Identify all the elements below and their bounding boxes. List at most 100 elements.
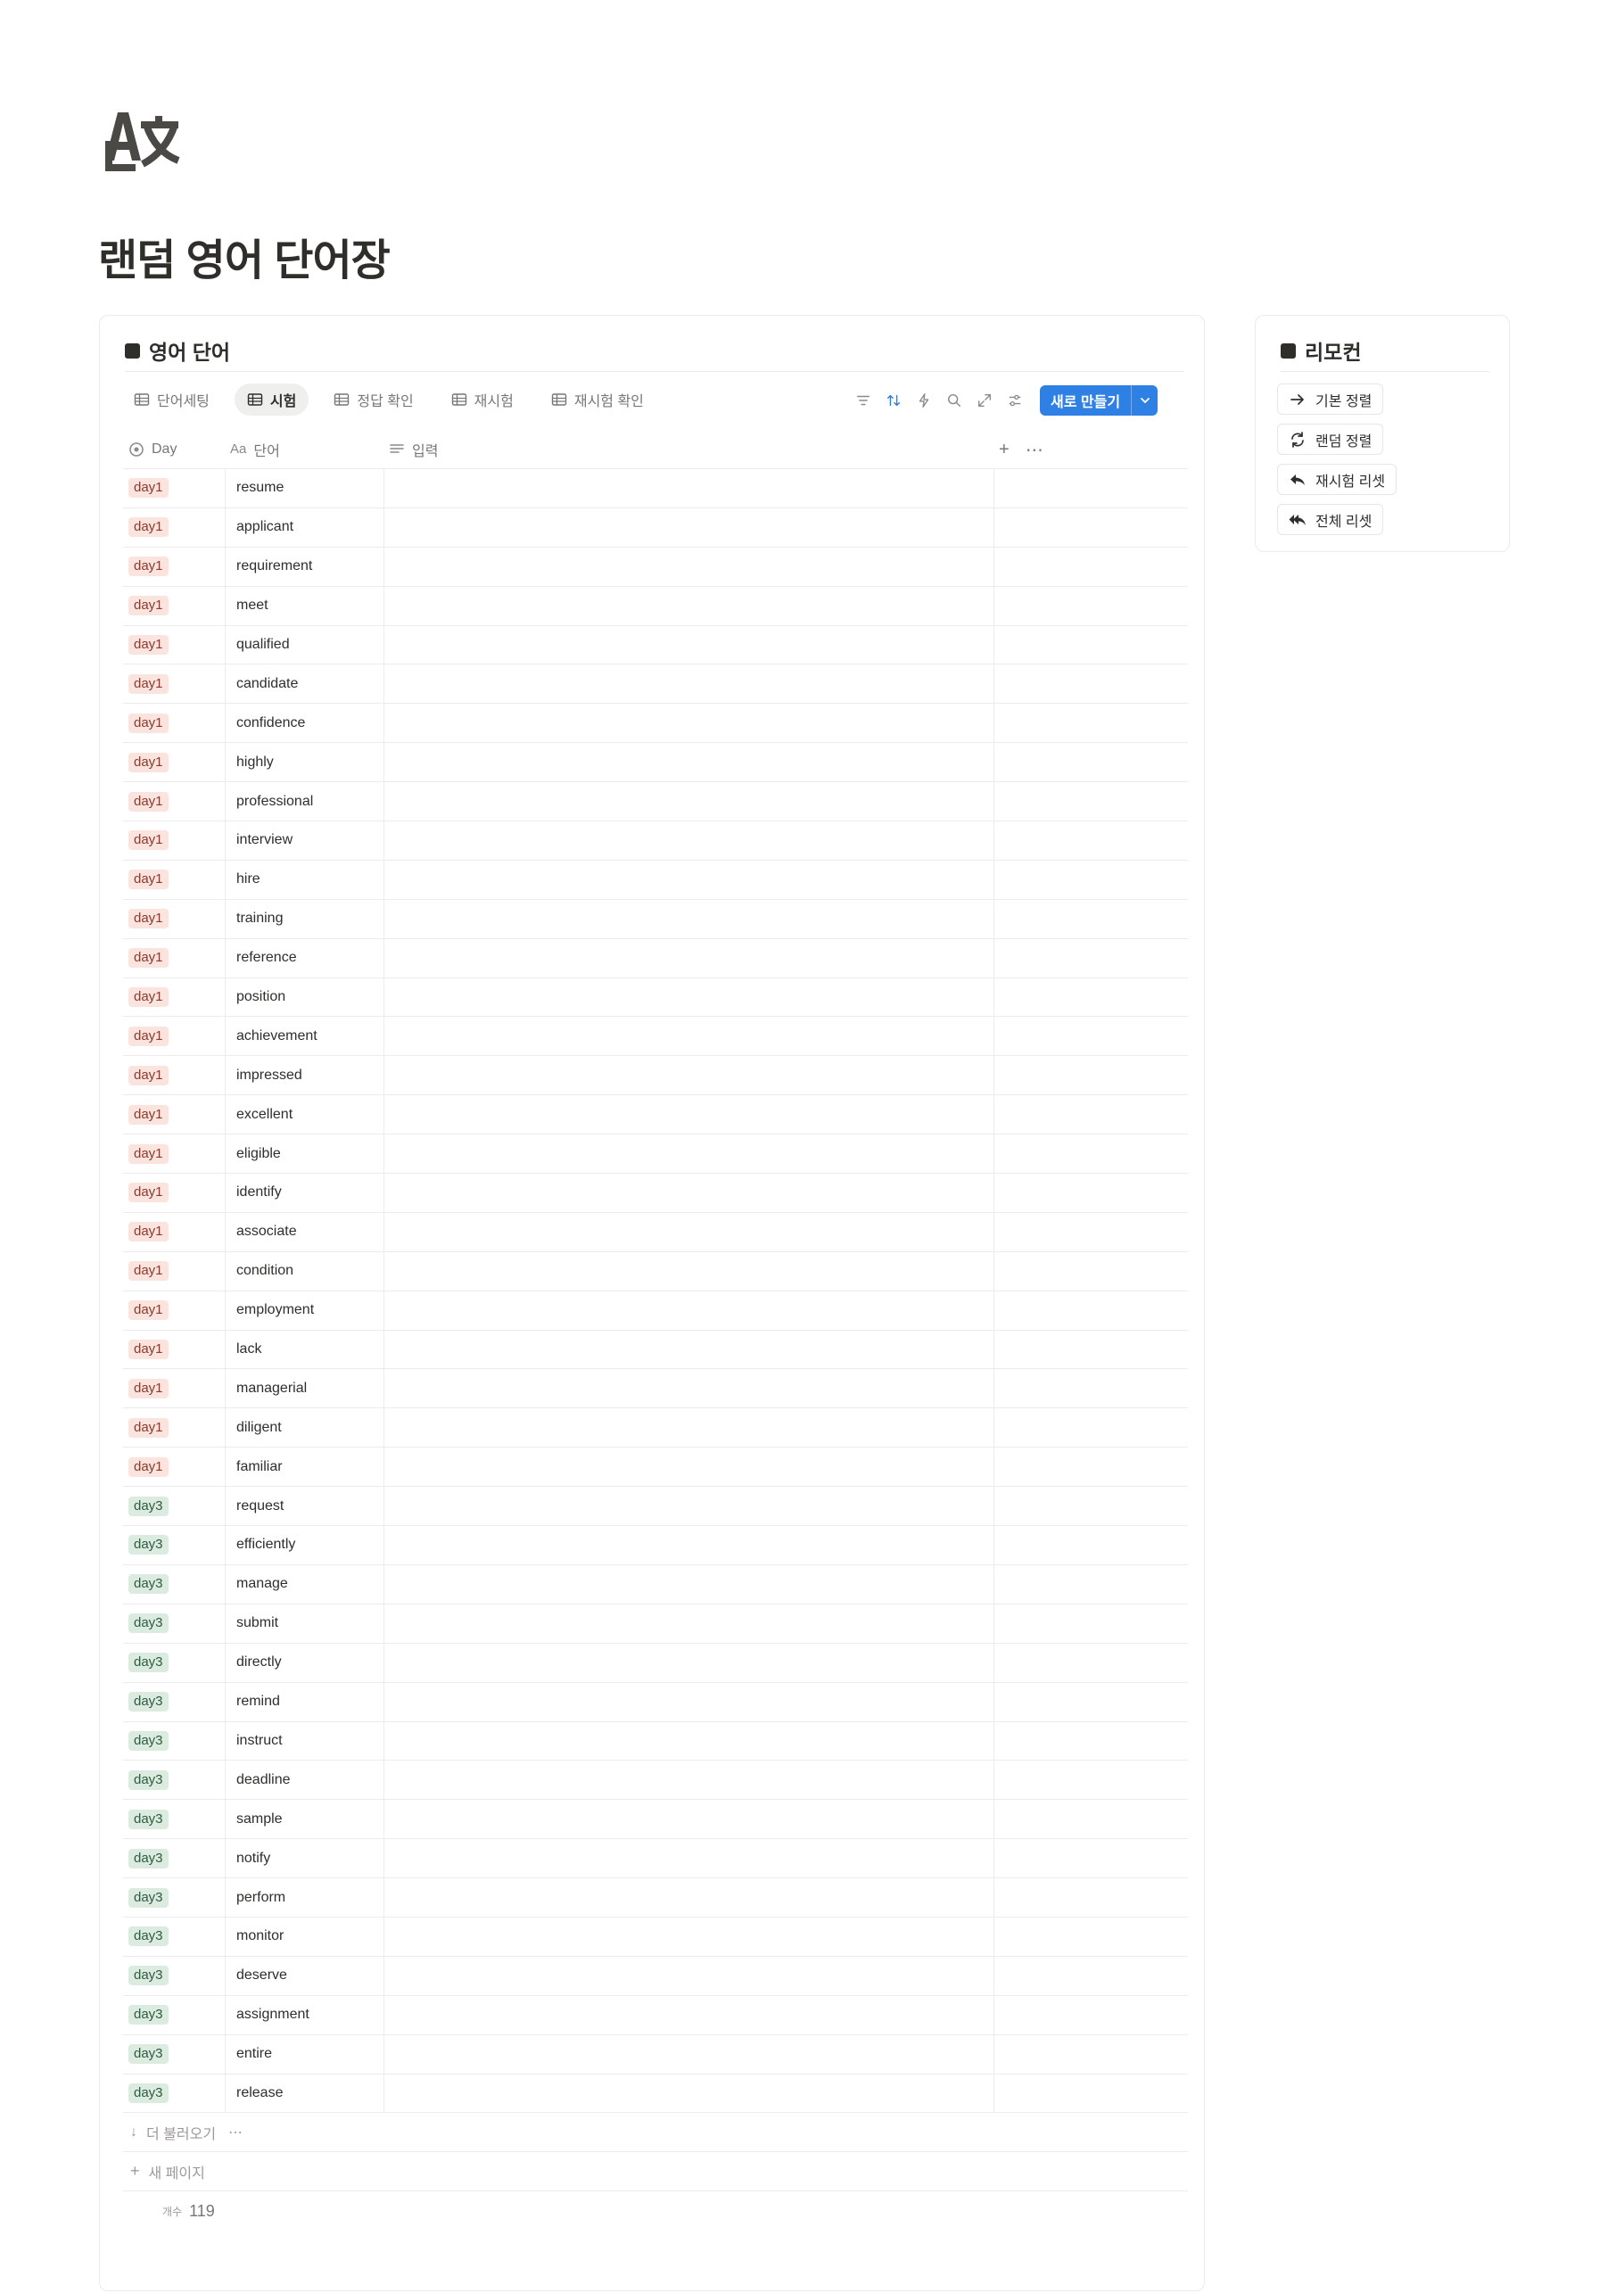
day-cell[interactable]: day1 (123, 1056, 225, 1094)
table-row[interactable]: day3 request (123, 1487, 1188, 1527)
input-cell[interactable] (383, 938, 993, 977)
word-cell[interactable]: meet (225, 586, 383, 625)
day-cell[interactable]: day3 (123, 1644, 225, 1682)
day-cell[interactable]: day3 (123, 1878, 225, 1917)
table-row[interactable]: day3 deadline (123, 1761, 1188, 1801)
table-row[interactable]: day1 associate (123, 1212, 1188, 1252)
word-cell[interactable]: position (225, 977, 383, 1017)
input-cell[interactable] (383, 704, 993, 743)
word-cell[interactable]: candidate (225, 664, 383, 704)
database-title[interactable]: 영어 단어 (149, 335, 230, 366)
input-cell[interactable] (383, 1174, 993, 1212)
day-cell[interactable]: day1 (123, 782, 225, 821)
column-header-input[interactable]: 입력 (383, 430, 993, 468)
day-cell[interactable]: day1 (123, 1291, 225, 1330)
input-cell[interactable] (383, 899, 993, 938)
table-row[interactable]: day1 resume (123, 469, 1188, 508)
day-cell[interactable]: day1 (123, 1095, 225, 1134)
day-cell[interactable]: day1 (123, 704, 225, 742)
word-cell[interactable]: instruct (225, 1721, 383, 1761)
word-cell[interactable]: condition (225, 1251, 383, 1291)
table-row[interactable]: day3 manage (123, 1564, 1188, 1604)
day-cell[interactable]: day3 (123, 1526, 225, 1564)
input-cell[interactable] (383, 1134, 993, 1174)
word-cell[interactable]: manage (225, 1564, 383, 1604)
input-cell[interactable] (383, 1330, 993, 1369)
table-row[interactable]: day3 submit (123, 1604, 1188, 1644)
input-cell[interactable] (383, 1956, 993, 1995)
day-cell[interactable]: day1 (123, 664, 225, 703)
table-row[interactable]: day1 training (123, 899, 1188, 939)
word-cell[interactable]: remind (225, 1682, 383, 1721)
input-cell[interactable] (383, 1761, 993, 1800)
row-count[interactable]: 개수 119 (123, 2191, 1188, 2231)
word-cell[interactable]: highly (225, 743, 383, 782)
day-cell[interactable]: day1 (123, 1408, 225, 1447)
day-cell[interactable]: day3 (123, 1565, 225, 1604)
input-cell[interactable] (383, 1291, 993, 1330)
word-cell[interactable]: efficiently (225, 1526, 383, 1564)
day-cell[interactable]: day1 (123, 508, 225, 547)
input-cell[interactable] (383, 1800, 993, 1839)
word-cell[interactable]: submit (225, 1604, 383, 1643)
input-cell[interactable] (383, 586, 993, 625)
sort-icon[interactable] (885, 392, 903, 409)
day-cell[interactable]: day1 (123, 900, 225, 938)
day-cell[interactable]: day1 (123, 978, 225, 1017)
input-cell[interactable] (383, 2034, 993, 2074)
input-cell[interactable] (383, 1056, 993, 1095)
table-row[interactable]: day1 lack (123, 1330, 1188, 1370)
day-cell[interactable]: day1 (123, 469, 225, 507)
word-cell[interactable]: resume (225, 469, 383, 507)
input-cell[interactable] (383, 2074, 993, 2113)
tab-retest[interactable]: 재시험 (439, 384, 526, 416)
table-row[interactable]: day3 assignment (123, 1995, 1188, 2035)
input-cell[interactable] (383, 1564, 993, 1604)
table-row[interactable]: day1 hire (123, 860, 1188, 900)
default-sort-button[interactable]: 기본 정렬 (1277, 384, 1384, 415)
word-cell[interactable]: request (225, 1487, 383, 1526)
input-cell[interactable] (383, 625, 993, 664)
input-cell[interactable] (383, 1682, 993, 1721)
word-cell[interactable]: professional (225, 782, 383, 821)
load-more-button[interactable]: ↓ 더 불러오기 ⋯ (123, 2113, 1188, 2153)
table-row[interactable]: day3 entire (123, 2034, 1188, 2074)
word-cell[interactable]: lack (225, 1330, 383, 1369)
table-row[interactable]: day3 instruct (123, 1721, 1188, 1761)
day-cell[interactable]: day1 (123, 1331, 225, 1369)
word-cell[interactable]: deserve (225, 1956, 383, 1995)
word-cell[interactable]: qualified (225, 625, 383, 664)
word-cell[interactable]: confidence (225, 704, 383, 743)
word-cell[interactable]: reference (225, 938, 383, 977)
day-cell[interactable]: day3 (123, 1918, 225, 1956)
word-cell[interactable]: associate (225, 1212, 383, 1251)
full-reset-button[interactable]: 전체 리셋 (1277, 504, 1384, 535)
table-row[interactable]: day1 eligible (123, 1134, 1188, 1175)
column-header-day[interactable]: Day (123, 430, 225, 468)
table-row[interactable]: day1 candidate (123, 664, 1188, 705)
retest-reset-button[interactable]: 재시험 리셋 (1277, 464, 1397, 495)
input-cell[interactable] (383, 1643, 993, 1682)
table-row[interactable]: day3 perform (123, 1878, 1188, 1918)
day-cell[interactable]: day3 (123, 1839, 225, 1877)
tab-answer-check[interactable]: 정답 확인 (321, 384, 425, 416)
table-row[interactable]: day1 applicant (123, 507, 1188, 548)
input-cell[interactable] (383, 1408, 993, 1448)
day-cell[interactable]: day3 (123, 1722, 225, 1761)
word-cell[interactable]: assignment (225, 1995, 383, 2034)
day-cell[interactable]: day3 (123, 2035, 225, 2074)
input-cell[interactable] (383, 1212, 993, 1251)
day-cell[interactable]: day1 (123, 1252, 225, 1291)
word-cell[interactable]: interview (225, 821, 383, 860)
word-cell[interactable]: eligible (225, 1134, 383, 1174)
input-cell[interactable] (383, 1995, 993, 2034)
input-cell[interactable] (383, 1917, 993, 1956)
filter-icon[interactable] (854, 392, 872, 409)
input-cell[interactable] (383, 1017, 993, 1056)
day-cell[interactable]: day1 (123, 743, 225, 781)
day-cell[interactable]: day1 (123, 1213, 225, 1251)
input-cell[interactable] (383, 1721, 993, 1761)
table-row[interactable]: day3 efficiently (123, 1526, 1188, 1565)
word-cell[interactable]: impressed (225, 1056, 383, 1095)
word-cell[interactable]: applicant (225, 507, 383, 547)
